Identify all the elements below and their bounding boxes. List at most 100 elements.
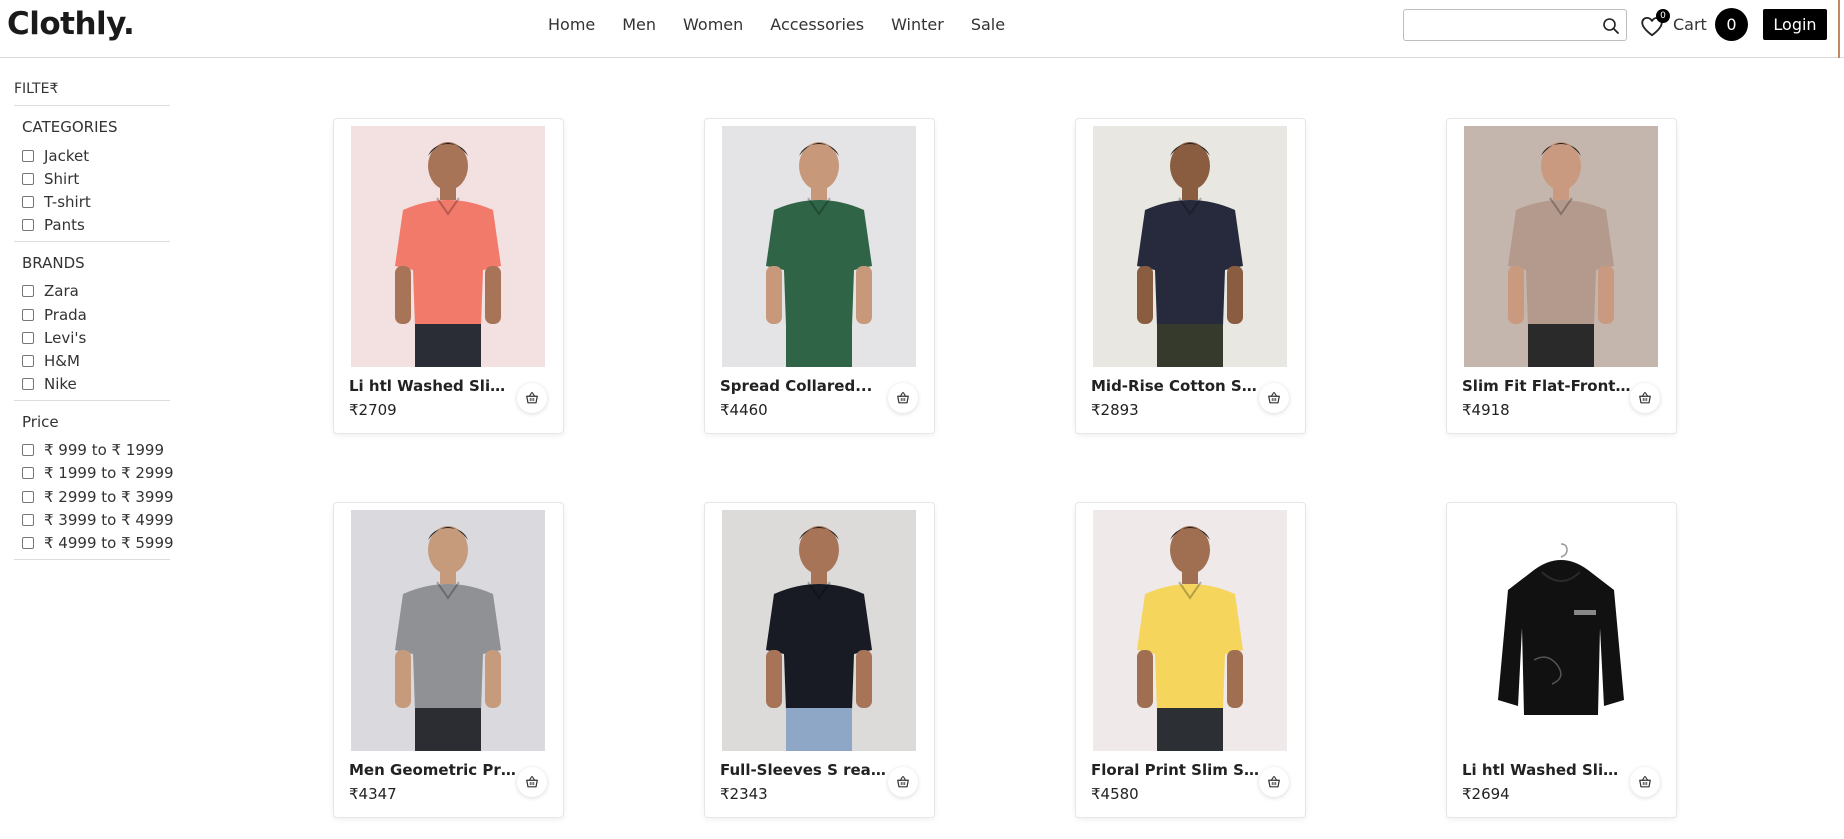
option-label: Jacket — [44, 146, 90, 165]
product-card[interactable]: Li htl Washed Slim F... ₹2694 — [1446, 502, 1677, 818]
wishlist-count-badge: 0 — [1656, 9, 1670, 23]
filter-option[interactable]: Pants — [22, 214, 170, 237]
filter-option[interactable]: H&M — [22, 349, 170, 372]
product-image[interactable] — [722, 510, 916, 751]
nav-winter[interactable]: Winter — [891, 15, 944, 34]
product-card[interactable]: Men Geometric Prin... ₹4347 — [333, 502, 564, 818]
filter-option[interactable]: ₹ 4999 to ₹ 5999 — [22, 531, 174, 554]
add-to-cart-button[interactable] — [1630, 767, 1660, 797]
product-photo — [1508, 142, 1614, 367]
product-card[interactable]: Floral Print Slim Shir... ₹4580 — [1075, 502, 1306, 818]
filter-option[interactable]: Zara — [22, 280, 170, 303]
product-price: ₹4460 — [720, 401, 768, 419]
window-edge — [1838, 0, 1840, 58]
product-image[interactable] — [1464, 510, 1658, 751]
checkbox[interactable] — [22, 513, 34, 526]
add-to-cart-button[interactable] — [1259, 767, 1289, 797]
add-to-cart-button[interactable] — [888, 383, 918, 413]
search-icon[interactable] — [1602, 17, 1620, 35]
checkbox[interactable] — [22, 378, 34, 391]
price-section: Price ₹ 999 to ₹ 1999 ₹ 1999 to ₹ 2999 ₹… — [14, 401, 174, 560]
site-header: Clothly. Home Men Women Accessories Wint… — [0, 0, 1844, 58]
checkbox[interactable] — [22, 490, 34, 503]
option-label: Prada — [44, 305, 87, 324]
product-photo — [1137, 142, 1243, 367]
brands-title: BRANDS — [22, 253, 85, 272]
nav-women[interactable]: Women — [683, 15, 743, 34]
brand-logo[interactable]: Clothly. — [7, 6, 135, 42]
option-label: H&M — [44, 351, 80, 370]
nav-accessories[interactable]: Accessories — [770, 15, 864, 34]
price-title: Price — [22, 412, 59, 431]
option-label: Nike — [44, 375, 77, 394]
categories-title: CATEGORIES — [22, 118, 118, 136]
add-to-cart-button[interactable] — [517, 383, 547, 413]
search-input[interactable] — [1410, 14, 1590, 36]
product-image[interactable] — [1093, 510, 1287, 751]
product-image[interactable] — [351, 510, 545, 751]
checkbox[interactable] — [22, 354, 34, 367]
option-label: T-shirt — [44, 192, 91, 211]
cart-link[interactable]: Cart — [1673, 15, 1707, 34]
filter-option[interactable]: Jacket — [22, 144, 170, 167]
add-to-cart-button[interactable] — [1259, 383, 1289, 413]
product-price: ₹4347 — [349, 785, 397, 803]
option-label: ₹ 2999 to ₹ 3999 — [44, 487, 174, 506]
cart-count-badge[interactable]: 0 — [1715, 8, 1748, 41]
product-name[interactable]: Spread Collared... — [720, 377, 890, 395]
option-label: Shirt — [44, 169, 80, 188]
checkbox[interactable] — [22, 172, 34, 185]
filter-option[interactable]: ₹ 2999 to ₹ 3999 — [22, 485, 174, 508]
categories-section: CATEGORIES Jacket Shirt T-shirt Pants — [14, 106, 170, 242]
checkbox[interactable] — [22, 537, 34, 550]
basket-icon — [1268, 392, 1280, 404]
product-photo — [1498, 543, 1624, 715]
filter-option[interactable]: T-shirt — [22, 190, 170, 213]
filter-option[interactable]: Nike — [22, 373, 170, 396]
product-name[interactable]: Slim Fit Flat-Front... — [1462, 377, 1632, 395]
nav-home[interactable]: Home — [548, 15, 595, 34]
checkbox[interactable] — [22, 308, 34, 321]
product-image[interactable] — [1093, 126, 1287, 367]
nav-sale[interactable]: Sale — [971, 15, 1005, 34]
product-image[interactable] — [351, 126, 545, 367]
checkbox[interactable] — [22, 219, 34, 232]
checkbox[interactable] — [22, 331, 34, 344]
checkbox[interactable] — [22, 195, 34, 208]
search-box — [1403, 9, 1627, 41]
filter-option[interactable]: ₹ 999 to ₹ 1999 — [22, 439, 170, 462]
product-name[interactable]: Li htl Washed Slim F... — [1462, 761, 1632, 779]
product-card[interactable]: Slim Fit Flat-Front... ₹4918 — [1446, 118, 1677, 434]
filter-option[interactable]: Levi's — [22, 326, 170, 349]
checkbox[interactable] — [22, 444, 34, 457]
filter-option[interactable]: ₹ 1999 to ₹ 2999 — [22, 462, 174, 485]
add-to-cart-button[interactable] — [1630, 383, 1660, 413]
product-image[interactable] — [722, 126, 916, 367]
product-card[interactable]: Full-Sleeves S read... ₹2343 — [704, 502, 935, 818]
checkbox[interactable] — [22, 149, 34, 162]
product-card[interactable]: Spread Collared... ₹4460 — [704, 118, 935, 434]
product-card[interactable]: Li htl Washed Slim F... ₹2709 — [333, 118, 564, 434]
filter-option[interactable]: ₹ 3999 to ₹ 4999 — [22, 508, 174, 531]
add-to-cart-button[interactable] — [888, 767, 918, 797]
product-name[interactable]: Men Geometric Prin... — [349, 761, 519, 779]
checkbox[interactable] — [22, 467, 34, 480]
nav-men[interactable]: Men — [622, 15, 656, 34]
filter-option[interactable]: Prada — [22, 303, 170, 326]
option-label: Pants — [44, 216, 85, 235]
checkbox[interactable] — [22, 285, 34, 298]
add-to-cart-button[interactable] — [517, 767, 547, 797]
brands-section: BRANDS Zara Prada Levi's H&M Nike — [14, 242, 170, 401]
product-card[interactable]: Mid-Rise Cotton Sli... ₹2893 — [1075, 118, 1306, 434]
product-image[interactable] — [1464, 126, 1658, 367]
product-photo — [395, 142, 501, 367]
product-name[interactable]: Mid-Rise Cotton Sli... — [1091, 377, 1261, 395]
option-label: ₹ 3999 to ₹ 4999 — [44, 510, 174, 529]
product-name[interactable]: Floral Print Slim Shir... — [1091, 761, 1261, 779]
product-name[interactable]: Full-Sleeves S read... — [720, 761, 890, 779]
basket-icon — [1639, 776, 1651, 788]
product-price: ₹4918 — [1462, 401, 1510, 419]
login-button[interactable]: Login — [1763, 9, 1827, 40]
filter-option[interactable]: Shirt — [22, 167, 170, 190]
product-name[interactable]: Li htl Washed Slim F... — [349, 377, 519, 395]
